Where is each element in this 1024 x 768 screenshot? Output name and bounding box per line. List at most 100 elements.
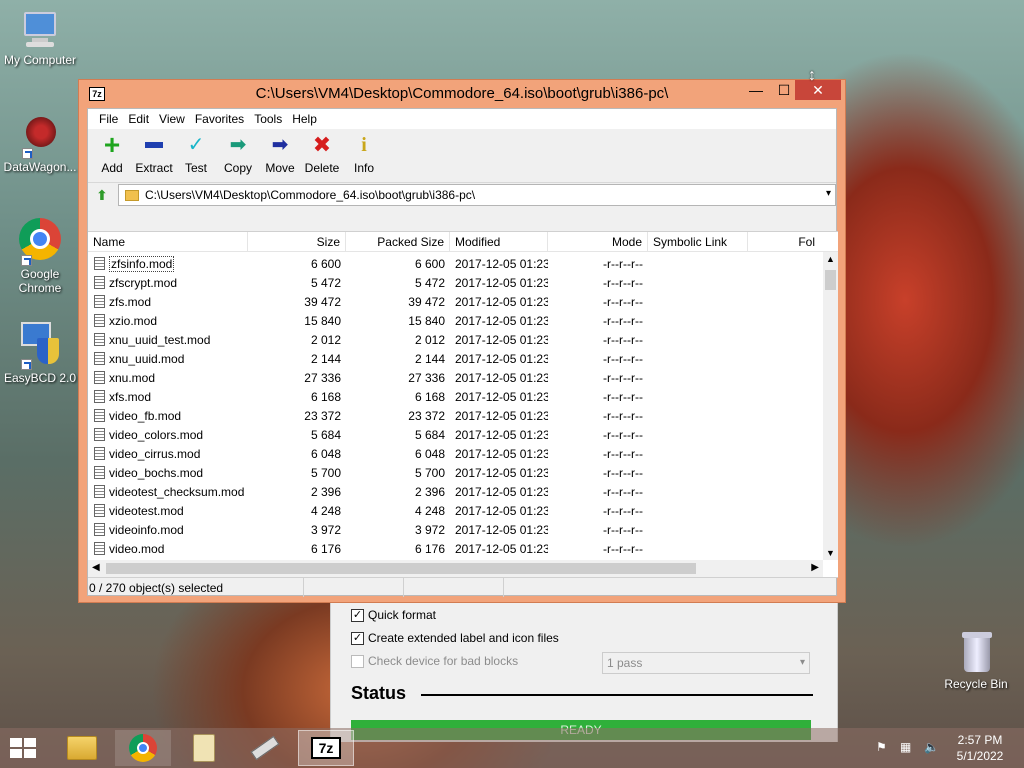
desktop-icon-my-computer[interactable]: My Computer [0, 10, 80, 67]
menu-edit[interactable]: Edit [123, 112, 154, 126]
cell-size: 3 972 [310, 522, 341, 537]
close-button[interactable]: ✕ [795, 80, 841, 100]
title-bar[interactable]: 7z C:\Users\VM4\Desktop\Commodore_64.iso… [79, 80, 845, 108]
column-name[interactable]: Name [88, 232, 248, 251]
table-row[interactable]: xnu_uuid_test.mod 2 012 2 012 2017-12-05 01… [88, 330, 823, 349]
column-mode[interactable]: Mode [548, 232, 648, 251]
address-bar[interactable]: C:\Users\VM4\Desktop\Commodore_64.iso\bo… [117, 184, 836, 206]
table-row[interactable]: zfs.mod 39 472 39 472 2017-12-05 01:23 -r--r… [88, 292, 823, 311]
table-row[interactable]: zfscrypt.mod 5 472 5 472 2017-12-05 01:23 -r… [88, 273, 823, 292]
move-button[interactable]: ➡ Move [259, 133, 301, 182]
scroll-right-icon[interactable]: ▶ [811, 562, 819, 573]
cell-mode: -r--r--r-- [603, 275, 643, 290]
scroll-up-icon[interactable]: ▲ [823, 254, 838, 264]
cell-packed-size: 6 048 [414, 446, 445, 461]
table-row[interactable]: videotest.mod 4 248 4 248 2017-12-05 01:23 -… [88, 501, 823, 520]
scroll-thumb[interactable] [106, 563, 696, 574]
network-icon[interactable]: ▦ [900, 740, 911, 754]
up-folder-button[interactable]: ⬆ [92, 185, 112, 205]
file-icon [94, 371, 105, 384]
table-row[interactable]: videotest_checksum.mod 2 396 2 396 2017-12-… [88, 482, 823, 501]
scroll-left-icon[interactable]: ◀ [92, 562, 100, 573]
menu-help[interactable]: Help [287, 112, 322, 126]
taskbar-notepad[interactable] [176, 730, 232, 766]
menu-tools[interactable]: Tools [249, 112, 287, 126]
chevron-down-icon[interactable]: ▾ [826, 188, 831, 199]
menu-bar: File Edit View Favorites Tools Help [88, 109, 836, 129]
status-bar: 0 / 270 object(s) selected [88, 577, 838, 597]
column-packed-size[interactable]: Packed Size [346, 232, 450, 251]
checkbox-checked-icon: ✓ [351, 608, 364, 622]
copy-arrow-icon: ➡ [229, 134, 247, 156]
desktop-icon-datawagon[interactable]: DataWagon... [0, 115, 80, 174]
clock[interactable]: 2:57 PM 5/1/2022 [948, 732, 1012, 764]
taskbar-7zip[interactable]: 7z [298, 730, 354, 766]
quick-format-checkbox[interactable]: ✓ Quick format [351, 608, 436, 622]
cell-packed-size: 27 336 [408, 370, 445, 385]
vertical-scrollbar[interactable]: ▲ ▼ [823, 252, 838, 560]
cell-size: 5 684 [310, 427, 341, 442]
table-row[interactable]: videoinfo.mod 3 972 3 972 2017-12-05 01:23 -… [88, 520, 823, 539]
table-row[interactable]: xnu.mod 27 336 27 336 2017-12-05 01:23 -r--r… [88, 368, 823, 387]
desktop-icon-recycle-bin[interactable]: Recycle Bin [936, 630, 1016, 691]
column-symbolic-link[interactable]: Symbolic Link [648, 232, 748, 251]
taskbar-file-explorer[interactable] [54, 730, 110, 766]
extract-button[interactable]: Extract [133, 133, 175, 182]
divider [421, 694, 813, 696]
file-icon [94, 485, 105, 498]
cell-size: 4 248 [310, 503, 341, 518]
column-size[interactable]: Size [248, 232, 346, 251]
menu-view[interactable]: View [154, 112, 190, 126]
cell-modified: 2017-12-05 01:23 [455, 313, 548, 328]
table-row[interactable]: xfs.mod 6 168 6 168 2017-12-05 01:23 -r--r--… [88, 387, 823, 406]
maximize-button[interactable]: ☐ [771, 80, 797, 100]
cell-name: videotest_checksum.mod [88, 485, 248, 499]
table-row[interactable]: video_bochs.mod 5 700 5 700 2017-12-05 01:2… [88, 463, 823, 482]
scroll-down-icon[interactable]: ▼ [823, 548, 838, 558]
up-arrow-icon: ⬆ [96, 186, 108, 203]
cell-size: 39 472 [304, 294, 341, 309]
copy-button[interactable]: ➡ Copy [217, 133, 259, 182]
cell-mode: -r--r--r-- [603, 389, 643, 404]
table-row[interactable]: video_fb.mod 23 372 23 372 2017-12-05 01:23… [88, 406, 823, 425]
cell-mode: -r--r--r-- [603, 465, 643, 480]
7zip-app-icon: 7z [311, 737, 341, 759]
info-icon: i [361, 134, 367, 156]
info-button[interactable]: i Info [343, 133, 385, 182]
flag-icon[interactable]: ⚑ [876, 740, 887, 754]
add-button[interactable]: + Add [91, 131, 133, 182]
test-button[interactable]: ✓ Test [175, 133, 217, 182]
file-rows: zfsinfo.mod 6 600 6 600 2017-12-05 01:23 -r-… [88, 254, 823, 560]
check-bad-blocks-checkbox[interactable]: Check device for bad blocks [351, 654, 518, 668]
file-list[interactable]: Name Size Packed Size Modified Mode Symb… [88, 231, 838, 577]
menu-favorites[interactable]: Favorites [190, 112, 249, 126]
cell-packed-size: 2 396 [414, 484, 445, 499]
column-folder[interactable]: Fol [748, 232, 820, 251]
start-button[interactable] [10, 738, 38, 760]
horizontal-scrollbar[interactable]: ◀ ▶ [88, 560, 823, 577]
table-row[interactable]: video_colors.mod 5 684 5 684 2017-12-05 01:… [88, 425, 823, 444]
delete-button[interactable]: ✖ Delete [301, 133, 343, 182]
cell-packed-size: 5 472 [414, 275, 445, 290]
scroll-thumb[interactable] [825, 270, 836, 290]
menu-file[interactable]: File [94, 112, 123, 126]
column-modified[interactable]: Modified [450, 232, 548, 251]
table-row[interactable]: xnu_uuid.mod 2 144 2 144 2017-12-05 01:23 -r… [88, 349, 823, 368]
passes-select[interactable]: 1 pass ▾ [602, 652, 810, 674]
cell-mode: -r--r--r-- [603, 370, 643, 385]
cell-modified: 2017-12-05 01:23 [455, 484, 548, 499]
volume-icon[interactable]: 🔈 [924, 740, 939, 754]
cell-modified: 2017-12-05 01:23 [455, 389, 548, 404]
desktop-icon-easybcd[interactable]: EasyBCD 2.0 [0, 320, 80, 385]
taskbar-chrome[interactable] [115, 730, 171, 766]
extended-label-checkbox[interactable]: ✓ Create extended label and icon files [351, 631, 559, 645]
table-row[interactable]: xzio.mod 15 840 15 840 2017-12-05 01:23 -r--… [88, 311, 823, 330]
cell-modified: 2017-12-05 01:23 [455, 465, 548, 480]
taskbar-usb-tool[interactable] [237, 730, 293, 766]
cell-packed-size: 23 372 [408, 408, 445, 423]
desktop-icon-google-chrome[interactable]: Google Chrome [0, 216, 80, 295]
table-row[interactable]: video_cirrus.mod 6 048 6 048 2017-12-05 01:… [88, 444, 823, 463]
table-row[interactable]: video.mod 6 176 6 176 2017-12-05 01:23 -r--r… [88, 539, 823, 558]
minimize-button[interactable]: — [743, 80, 769, 100]
table-row[interactable]: zfsinfo.mod 6 600 6 600 2017-12-05 01:23 -r-… [88, 254, 823, 273]
